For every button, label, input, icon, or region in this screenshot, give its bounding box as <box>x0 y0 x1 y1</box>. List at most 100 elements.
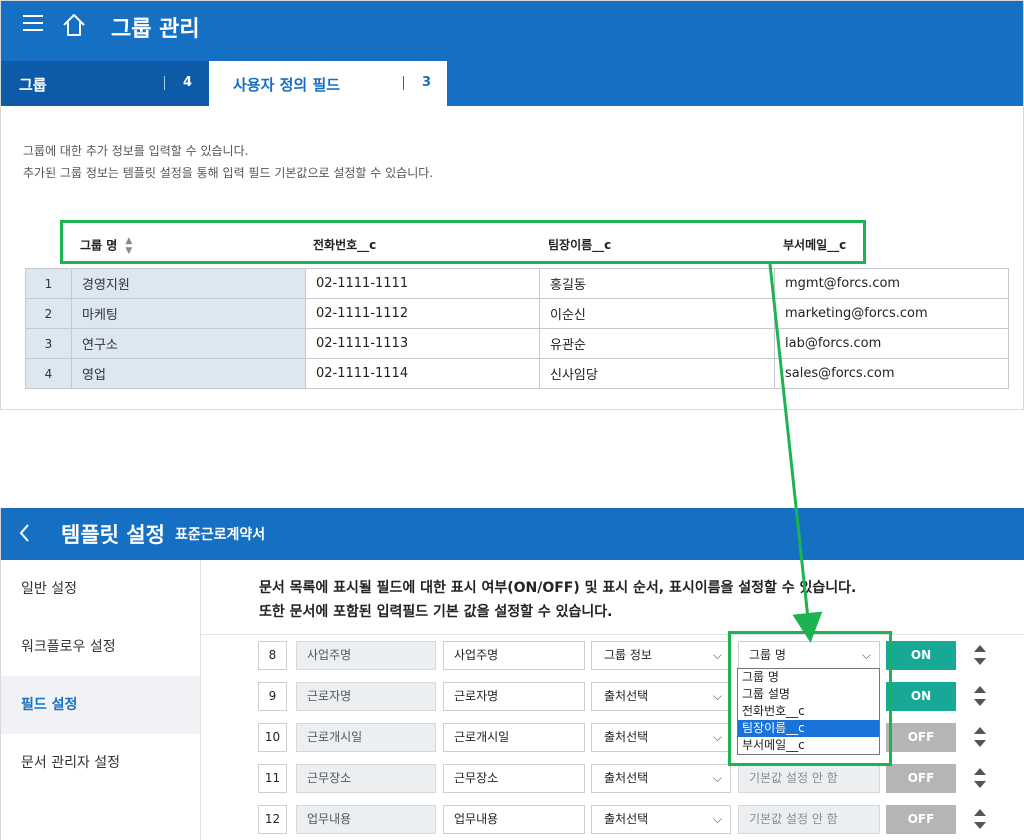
sidebar-item-doc-admin[interactable]: 문서 관리자 설정 <box>1 734 200 792</box>
template-name: 표준근로계약서 <box>175 527 266 543</box>
tab-group-label: 그룹 <box>19 76 47 94</box>
home-icon[interactable] <box>61 13 87 37</box>
table-header: 그룹 명 ▲ ▼ 전화번호__c 팀장이름__c 부서메일__c <box>1 223 1011 263</box>
description-line-2: 추가된 그룹 정보는 템플릿 설정을 통해 입력 필드 기본값으로 설정할 수 … <box>23 166 434 180</box>
table-row[interactable]: 4 영업 02-1111-1114 신사임당 sales@forcs.com <box>25 358 1009 389</box>
field-row: 10 근로개시일 근로개시일 출처선택 ⌵ OFF <box>201 717 1024 758</box>
field-source-select[interactable]: 출처선택 ⌵ <box>591 723 731 752</box>
field-original-name: 근로자명 <box>296 682 436 711</box>
back-icon[interactable] <box>17 522 33 544</box>
reorder-icon[interactable] <box>973 643 987 667</box>
field-display-name-input[interactable]: 근로자명 <box>443 682 585 711</box>
field-default-select[interactable]: 그룹 명 ⌵ <box>738 641 880 670</box>
cell-leader[interactable]: 유관순 <box>539 328 775 359</box>
header-group-name[interactable]: 그룹 명 ▲ ▼ <box>80 236 132 256</box>
settings-sidebar: 일반 설정 워크플로우 설정 필드 설정 문서 관리자 설정 <box>1 560 201 840</box>
dropdown-option[interactable]: 부서메일__c <box>738 737 879 754</box>
visibility-toggle[interactable]: ON <box>886 641 956 670</box>
field-row: 9 근로자명 근로자명 출처선택 ⌵ ON <box>201 676 1024 717</box>
top-header: 그룹 관리 그룹 4 사용자 정의 필드 3 <box>1 1 1023 106</box>
default-value-dropdown: 그룹 명 그룹 설명 전화번호__c 팀장이름__c 부서메일__c <box>737 668 880 755</box>
sidebar-item-workflow[interactable]: 워크플로우 설정 <box>1 618 200 676</box>
visibility-toggle[interactable]: ON <box>886 682 956 711</box>
sort-icon[interactable]: ▲ ▼ <box>125 236 132 256</box>
field-display-name-input[interactable]: 근무장소 <box>443 764 585 793</box>
cell-leader[interactable]: 홍길동 <box>539 268 775 299</box>
tab-custom-fields-label: 사용자 정의 필드 <box>233 76 341 94</box>
chevron-down-icon: ⌵ <box>861 648 871 662</box>
field-original-name: 사업주명 <box>296 641 436 670</box>
field-order: 8 <box>258 641 287 670</box>
cell-phone[interactable]: 02-1111-1111 <box>305 268 540 299</box>
menu-icon[interactable] <box>23 15 43 33</box>
chevron-down-icon: ⌵ <box>712 689 722 703</box>
field-description-2: 또한 문서에 포함된 입력필드 기본 값을 설정할 수 있습니다. <box>259 604 613 620</box>
field-default-select[interactable]: 기본값 설정 안 함 <box>738 805 880 834</box>
field-original-name: 근로개시일 <box>296 723 436 752</box>
reorder-icon[interactable] <box>973 684 987 708</box>
dropdown-option[interactable]: 그룹 설명 <box>738 686 879 703</box>
page-title: 그룹 관리 <box>111 17 200 42</box>
reorder-icon[interactable] <box>973 766 987 790</box>
tab-separator <box>164 76 165 90</box>
cell-phone[interactable]: 02-1111-1112 <box>305 298 540 329</box>
description-line-1: 그룹에 대한 추가 정보를 입력할 수 있습니다. <box>23 144 249 158</box>
field-original-name: 업무내용 <box>296 805 436 834</box>
cell-dept-mail[interactable]: lab@forcs.com <box>774 328 1009 359</box>
chevron-down-icon: ⌵ <box>712 812 722 826</box>
tab-custom-fields[interactable]: 사용자 정의 필드 3 <box>209 61 447 106</box>
row-index: 2 <box>25 298 72 329</box>
template-header: 템플릿 설정 표준근로계약서 <box>1 508 1024 560</box>
row-index: 3 <box>25 328 72 359</box>
field-display-name-input[interactable]: 업무내용 <box>443 805 585 834</box>
sidebar-item-fields[interactable]: 필드 설정 <box>1 676 200 734</box>
field-row: 8 사업주명 사업주명 그룹 정보 ⌵ 그룹 명 ⌵ ON <box>201 635 1024 676</box>
field-original-name: 근무장소 <box>296 764 436 793</box>
visibility-toggle[interactable]: OFF <box>886 805 956 834</box>
cell-group-name[interactable]: 영업 <box>71 358 306 389</box>
table-row[interactable]: 3 연구소 02-1111-1113 유관순 lab@forcs.com <box>25 328 1009 359</box>
cell-dept-mail[interactable]: marketing@forcs.com <box>774 298 1009 329</box>
cell-leader[interactable]: 신사임당 <box>539 358 775 389</box>
sidebar-item-general[interactable]: 일반 설정 <box>1 560 200 618</box>
chevron-down-icon: ⌵ <box>712 730 722 744</box>
cell-group-name[interactable]: 경영지원 <box>71 268 306 299</box>
dropdown-option[interactable]: 전화번호__c <box>738 703 879 720</box>
row-index: 4 <box>25 358 72 389</box>
cell-dept-mail[interactable]: sales@forcs.com <box>774 358 1009 389</box>
header-phone: 전화번호__c <box>313 238 377 252</box>
table-row[interactable]: 2 마케팅 02-1111-1112 이순신 marketing@forcs.c… <box>25 298 1009 329</box>
tab-separator <box>403 76 404 90</box>
field-display-name-input[interactable]: 근로개시일 <box>443 723 585 752</box>
visibility-toggle[interactable]: OFF <box>886 723 956 752</box>
cell-phone[interactable]: 02-1111-1114 <box>305 358 540 389</box>
tab-custom-fields-count: 3 <box>422 75 432 90</box>
field-source-select[interactable]: 그룹 정보 ⌵ <box>591 641 731 670</box>
template-title: 템플릿 설정 <box>61 523 165 547</box>
field-default-select[interactable]: 기본값 설정 안 함 <box>738 764 880 793</box>
chevron-down-icon: ⌵ <box>712 648 722 662</box>
visibility-toggle[interactable]: OFF <box>886 764 956 793</box>
row-index: 1 <box>25 268 72 299</box>
header-dept-mail: 부서메일__c <box>783 238 847 252</box>
cell-dept-mail[interactable]: mgmt@forcs.com <box>774 268 1009 299</box>
reorder-icon[interactable] <box>973 725 987 749</box>
tab-group-count: 4 <box>183 75 193 90</box>
reorder-icon[interactable] <box>973 807 987 831</box>
cell-group-name[interactable]: 연구소 <box>71 328 306 359</box>
table-row[interactable]: 1 경영지원 02-1111-1111 홍길동 mgmt@forcs.com <box>25 268 1009 299</box>
cell-group-name[interactable]: 마케팅 <box>71 298 306 329</box>
cell-phone[interactable]: 02-1111-1113 <box>305 328 540 359</box>
tab-group[interactable]: 그룹 4 <box>1 61 209 106</box>
field-display-name-input[interactable]: 사업주명 <box>443 641 585 670</box>
cell-leader[interactable]: 이순신 <box>539 298 775 329</box>
field-order: 10 <box>258 723 287 752</box>
dropdown-option-selected[interactable]: 팀장이름__c <box>738 720 879 737</box>
field-source-select[interactable]: 출처선택 ⌵ <box>591 682 731 711</box>
field-source-select[interactable]: 출처선택 ⌵ <box>591 764 731 793</box>
header-leader: 팀장이름__c <box>548 238 612 252</box>
field-row: 12 업무내용 업무내용 출처선택 ⌵ 기본값 설정 안 함 OFF <box>201 799 1024 840</box>
group-table: 1 경영지원 02-1111-1111 홍길동 mgmt@forcs.com 2… <box>25 268 1009 389</box>
dropdown-option[interactable]: 그룹 명 <box>738 669 879 686</box>
field-source-select[interactable]: 출처선택 ⌵ <box>591 805 731 834</box>
